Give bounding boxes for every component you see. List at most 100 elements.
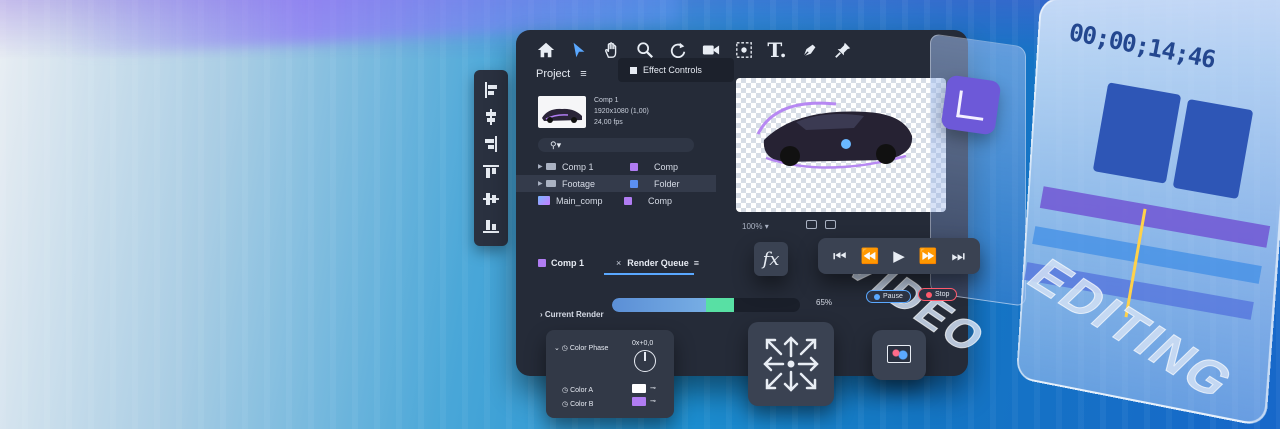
- zoom-level-select[interactable]: 100% ▾: [742, 222, 769, 231]
- media-library-button[interactable]: [872, 330, 926, 380]
- image-icon: [538, 196, 550, 205]
- project-item-type: Folder: [654, 178, 680, 189]
- project-item-type: Comp: [654, 161, 679, 172]
- render-progress-bar: [612, 298, 800, 312]
- active-tab-underline: [604, 273, 694, 275]
- project-item-name: Footage: [562, 178, 596, 189]
- label-color-swatch: [630, 179, 638, 188]
- project-item-footage[interactable]: ▶ Footage Folder: [516, 175, 716, 192]
- tab-comp-1[interactable]: Comp 1: [551, 258, 584, 268]
- stop-button[interactable]: Stop: [918, 288, 958, 301]
- project-pane: Comp 1 1920x1080 (1,00) 24,00 fps ⚲▾ ▶ C…: [516, 88, 716, 238]
- align-bottom-icon[interactable]: [483, 218, 499, 234]
- select-arrow-icon[interactable]: [569, 40, 589, 60]
- comp-meta: Comp 1 1920x1080 (1,00) 24,00 fps: [594, 95, 649, 128]
- project-item-main-comp[interactable]: Main_comp Comp: [516, 192, 716, 209]
- comp-color-swatch: [538, 259, 546, 267]
- effect-controls-tab[interactable]: Effect Controls: [618, 58, 734, 82]
- color-phase-row[interactable]: ⌄ ◷ Color Phase: [554, 344, 608, 352]
- project-menu-icon[interactable]: ≡: [580, 68, 586, 80]
- current-render-label: Current Render: [544, 310, 604, 319]
- composition-preview[interactable]: [736, 78, 946, 212]
- pin-icon[interactable]: [833, 40, 853, 60]
- align-toolbar: [474, 70, 508, 246]
- color-b-swatch[interactable]: [632, 397, 646, 406]
- pause-button[interactable]: Pause: [866, 290, 911, 303]
- eyedropper-icon[interactable]: ⊸: [650, 397, 656, 405]
- editor-panel: T. Project ≡ Effect Controls Comp 1 1920…: [516, 30, 968, 376]
- comp-name: Comp 1: [594, 97, 619, 104]
- skip-to-start-icon[interactable]: ⏮: [833, 248, 847, 265]
- pause-label: Pause: [883, 293, 903, 300]
- project-item-name: Comp 1: [562, 161, 594, 172]
- project-item-comp-1[interactable]: ▶ Comp 1 Comp: [516, 158, 716, 175]
- align-center-vertical-icon[interactable]: [483, 191, 499, 207]
- fx-button[interactable]: fx: [754, 242, 788, 276]
- skip-to-end-icon[interactable]: ⏭: [951, 248, 965, 265]
- search-icon: ⚲▾: [550, 140, 562, 150]
- zoom-icon[interactable]: [635, 40, 655, 60]
- film-strip-frame: [1092, 82, 1182, 184]
- render-queue-menu-icon[interactable]: ≡: [694, 258, 699, 268]
- comp-resolution: 1920x1080 (1,00): [594, 108, 649, 115]
- transform-button[interactable]: [748, 322, 834, 406]
- effect-controls-icon: [630, 66, 637, 74]
- comp-fps: 24,00 fps: [594, 119, 623, 126]
- color-effect-card: ⌄ ◷ Color Phase 0x+0,0 ◷ Color A ⊸ ◷ Col…: [546, 330, 674, 418]
- color-phase-value: 0x+0,0: [632, 340, 654, 347]
- project-header: Project ≡: [536, 68, 587, 80]
- color-a-label: Color A: [570, 387, 594, 394]
- expand-arrow-icon[interactable]: ▶: [538, 163, 546, 170]
- bottom-tabs: Comp 1 × Render Queue ≡: [538, 258, 699, 275]
- tab-render-queue[interactable]: Render Queue: [627, 258, 689, 268]
- stop-label: Stop: [935, 291, 950, 298]
- display-icon[interactable]: [825, 220, 836, 229]
- color-a-row: ◷ Color A: [562, 387, 594, 394]
- color-a-swatch[interactable]: [632, 384, 646, 393]
- move-arrows-icon: [763, 336, 819, 392]
- current-render[interactable]: › Current Render: [540, 310, 604, 319]
- stop-icon: [926, 291, 932, 298]
- rotate-icon[interactable]: [668, 40, 688, 60]
- camera-icon[interactable]: [701, 40, 721, 60]
- project-item-type: Comp: [648, 195, 673, 206]
- snapshot-icon[interactable]: [806, 220, 817, 229]
- align-top-icon[interactable]: [483, 164, 499, 180]
- media-icon: [887, 345, 911, 363]
- label-color-swatch: [624, 196, 632, 205]
- align-right-icon[interactable]: [483, 136, 499, 153]
- pause-icon: [874, 293, 880, 300]
- close-icon[interactable]: ×: [616, 258, 621, 268]
- project-item-name: Main_comp: [556, 195, 603, 206]
- color-b-row: ◷ Color B: [562, 401, 594, 408]
- step-forward-icon[interactable]: ⏩: [919, 247, 938, 265]
- project-title[interactable]: Project: [536, 68, 570, 80]
- car-image: [756, 101, 913, 169]
- color-b-label: Color B: [570, 401, 594, 408]
- comp-thumbnail: [538, 96, 586, 128]
- anchor-point-icon[interactable]: [734, 40, 754, 60]
- folder-icon: [546, 163, 556, 170]
- preview-controls: [806, 220, 836, 229]
- render-progress-fill: [612, 298, 735, 312]
- folder-icon: [546, 180, 556, 187]
- expand-arrow-icon[interactable]: ▶: [538, 180, 546, 187]
- align-left-icon[interactable]: [483, 81, 499, 98]
- transport-controls: ⏮ ⏪ ▶ ⏩ ⏭: [818, 238, 980, 274]
- eyedropper-icon[interactable]: ⊸: [650, 384, 656, 392]
- phase-dial[interactable]: [634, 350, 656, 372]
- align-center-horizontal-icon[interactable]: [483, 108, 499, 125]
- color-phase-label: Color Phase: [569, 345, 609, 352]
- label-color-swatch: [630, 162, 638, 171]
- hand-icon[interactable]: [602, 40, 622, 60]
- project-list: ▶ Comp 1 Comp ▶ Footage Folder Main_comp…: [516, 158, 716, 209]
- render-percent: 65%: [816, 298, 833, 307]
- effect-controls-label: Effect Controls: [643, 65, 702, 75]
- pen-icon[interactable]: [800, 40, 820, 60]
- text-icon[interactable]: T.: [767, 38, 787, 62]
- play-icon[interactable]: ▶: [893, 247, 905, 265]
- project-search-input[interactable]: ⚲▾: [538, 138, 694, 152]
- step-back-icon[interactable]: ⏪: [861, 247, 880, 265]
- crop-icon: [940, 74, 1002, 136]
- home-icon[interactable]: [536, 40, 556, 60]
